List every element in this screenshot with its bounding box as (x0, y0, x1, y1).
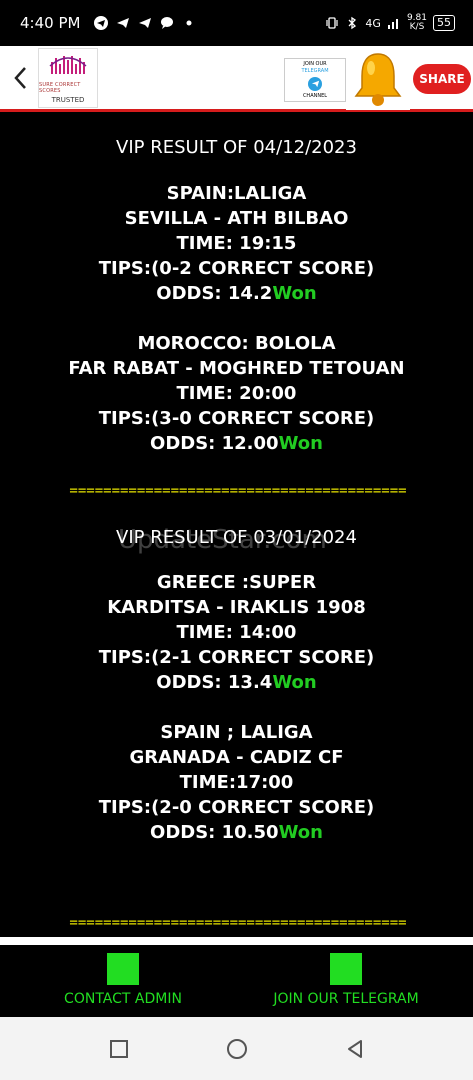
battery-indicator: 55 (433, 15, 455, 31)
logo-emblem-icon (49, 56, 87, 74)
share-label: SHARE (413, 64, 471, 94)
match-odds-row: ODDS: 14.2Won (0, 283, 473, 304)
back-nav-button[interactable] (344, 1038, 366, 1060)
telegram-notification-icon (94, 16, 109, 30)
match-odds: ODDS: 12.00 (150, 433, 279, 454)
match-time: TIME: 14:00 (176, 622, 297, 643)
match-league: GREECE :SUPER (156, 572, 317, 593)
status-time: 4:40 PM (20, 14, 81, 32)
section-divider: ======================================== (69, 915, 407, 931)
network-speed: 9.81 K/S (407, 14, 427, 32)
result-title: VIP RESULT OF 04/12/2023 (116, 137, 357, 158)
match-odds-row: ODDS: 10.50Won (0, 822, 473, 843)
result-title: VIP RESULT OF 03/01/2024 (116, 527, 357, 548)
join-line3: CHANNEL (302, 92, 328, 99)
match-tips: TIPS:(2-1 CORRECT SCORE) (98, 647, 375, 668)
match-status: Won (278, 822, 323, 843)
match-teams: SEVILLA - ATH BILBAO (124, 208, 349, 229)
match-odds-row: ODDS: 12.00Won (0, 433, 473, 454)
bottom-action-bar: CONTACT ADMIN JOIN OUR TELEGRAM (0, 945, 473, 1017)
logo-subtitle: SURE CORRECT SCORES (39, 82, 81, 94)
share-button[interactable]: SHARE (412, 54, 472, 104)
status-bar: 4:40 PM 4G 9.81 K/S 55 (0, 0, 473, 46)
triangle-back-icon (347, 1039, 362, 1058)
join-telegram-icon (330, 953, 362, 985)
contact-admin-label: CONTACT ADMIN (64, 991, 182, 1007)
signal-icon (387, 16, 401, 30)
join-line1: JOIN OUR (303, 60, 327, 67)
match-odds-row: ODDS: 13.4Won (0, 672, 473, 693)
join-telegram-button[interactable]: JOIN OUR TELEGRAM (266, 953, 426, 1007)
contact-admin-button[interactable]: CONTACT ADMIN (58, 953, 188, 1007)
match-teams: FAR RABAT - MOGHRED TETOUAN (68, 358, 405, 379)
join-line2: TELEGRAM (301, 67, 329, 74)
match-time: TIME: 20:00 (176, 383, 297, 404)
bluetooth-icon (345, 16, 359, 30)
match-odds: ODDS: 13.4 (156, 672, 273, 693)
notification-bell-icon[interactable] (346, 48, 410, 110)
speed-unit: K/S (409, 22, 425, 32)
square-icon (109, 1039, 128, 1058)
telegram-icon (308, 76, 322, 91)
match-status: Won (272, 672, 317, 693)
join-telegram-banner[interactable]: JOIN OUR TELEGRAM CHANNEL (284, 58, 346, 102)
results-content: VIP RESULT OF 04/12/2023 SPAIN:LALIGA SE… (0, 115, 473, 937)
match-tips: TIPS:(3-0 CORRECT SCORE) (98, 408, 375, 429)
chat-notification-icon (160, 16, 174, 30)
join-telegram-label: JOIN OUR TELEGRAM (273, 991, 419, 1007)
match-odds: ODDS: 10.50 (150, 822, 279, 843)
match-status: Won (272, 283, 317, 304)
match-tips: TIPS:(2-0 CORRECT SCORE) (98, 797, 375, 818)
more-notifications-dot-icon (182, 16, 196, 30)
telegram-notification-icon (138, 16, 152, 30)
match-teams: GRANADA - CADIZ CF (129, 747, 344, 768)
match-odds: ODDS: 14.2 (156, 283, 273, 304)
logo-trusted: TRUSTED (51, 96, 85, 104)
network-type: 4G (365, 16, 381, 30)
recents-button[interactable] (108, 1038, 130, 1060)
vibrate-icon (325, 16, 339, 30)
match-teams: KARDITSA - IRAKLIS 1908 (107, 597, 366, 618)
chevron-left-icon (14, 67, 26, 89)
match-time: TIME: 19:15 (176, 233, 297, 254)
match-time: TIME:17:00 (179, 772, 294, 793)
contact-admin-icon (107, 953, 139, 985)
back-button[interactable] (8, 62, 32, 94)
match-league: SPAIN:LALIGA (166, 183, 307, 204)
app-logo: SURE CORRECT SCORES TRUSTED (38, 48, 98, 108)
match-status: Won (278, 433, 323, 454)
section-divider: ======================================== (69, 483, 407, 499)
bottom-separator (0, 937, 473, 945)
match-league: SPAIN ; LALIGA (160, 722, 313, 743)
telegram-notification-icon (116, 16, 130, 30)
match-tips: TIPS:(0-2 CORRECT SCORE) (98, 258, 375, 279)
home-button[interactable] (226, 1038, 248, 1060)
app-header: SURE CORRECT SCORES TRUSTED JOIN OUR TEL… (0, 46, 473, 112)
circle-icon (226, 1038, 247, 1059)
system-nav-bar (0, 1017, 473, 1080)
match-league: MOROCCO: BOLOLA (137, 333, 336, 354)
